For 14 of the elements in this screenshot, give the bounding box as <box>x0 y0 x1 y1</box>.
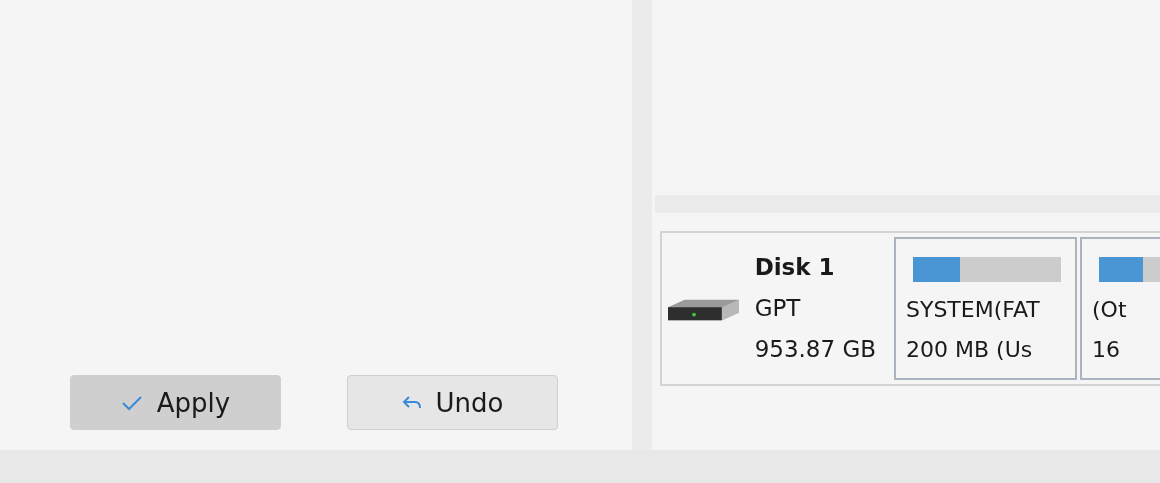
disk-name: Disk 1 <box>754 253 836 282</box>
partition-tile[interactable]: (Ot 16 <box>1080 237 1160 380</box>
partition-name: SYSTEM(FAT <box>906 296 1041 324</box>
undo-arrow-icon <box>401 394 422 411</box>
partition-name: (Ot <box>1092 296 1128 324</box>
check-icon <box>120 394 143 411</box>
partition-size: 200 MB (Us <box>906 336 1034 364</box>
apply-button[interactable]: Apply <box>70 375 281 430</box>
disk-size: 953.87 GB <box>754 335 877 364</box>
partition-style: GPT <box>754 294 802 323</box>
undo-button[interactable]: Undo <box>347 375 558 430</box>
partition-size: 16 <box>1092 336 1121 364</box>
disk-panel[interactable]: Disk 1 GPT 953.87 GB SYSTEM(FAT 200 MB (Us (Ot 16 <box>660 231 1160 386</box>
partition-tile[interactable]: SYSTEM(FAT 200 MB (Us <box>894 237 1077 380</box>
